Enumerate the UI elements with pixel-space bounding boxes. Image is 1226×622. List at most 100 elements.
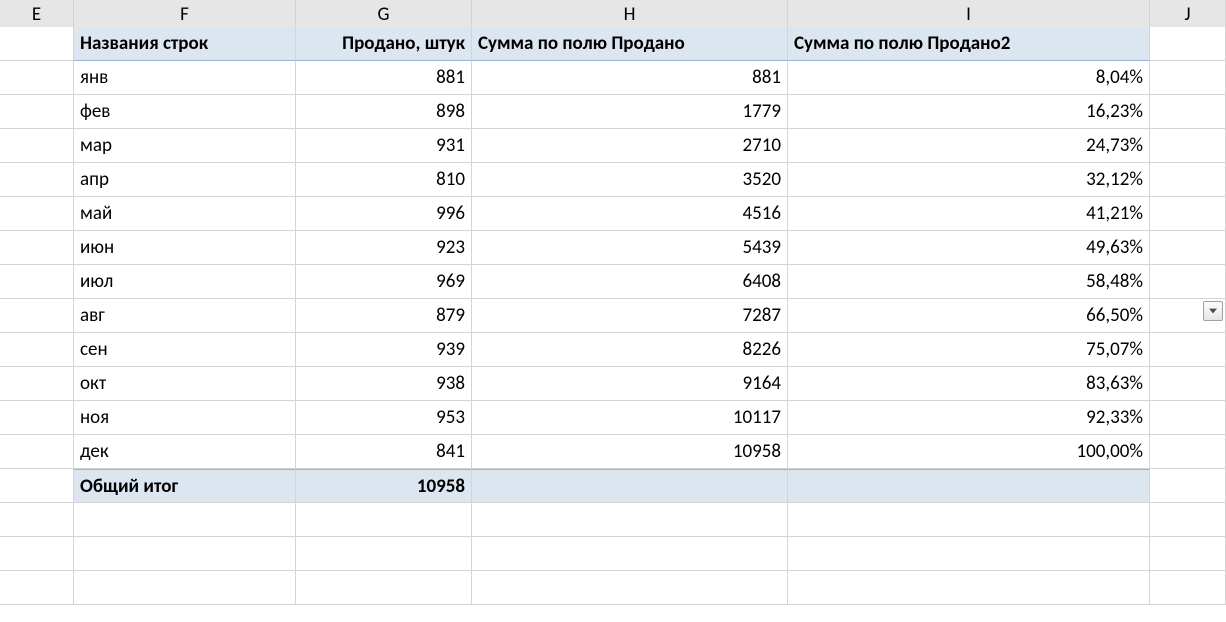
pivot-qty-cell[interactable]: 938 bbox=[296, 367, 472, 401]
pivot-col-header-pct[interactable]: Сумма по полю Продано2 bbox=[788, 27, 1150, 61]
cell-blank[interactable] bbox=[0, 129, 74, 163]
pivot-row-label[interactable]: апр bbox=[74, 163, 296, 197]
cell-blank[interactable] bbox=[296, 537, 472, 571]
pivot-qty-cell[interactable]: 969 bbox=[296, 265, 472, 299]
pivot-pct-cell[interactable]: 49,63% bbox=[788, 231, 1150, 265]
pivot-sum-cell[interactable]: 8226 bbox=[472, 333, 788, 367]
pivot-qty-cell[interactable]: 996 bbox=[296, 197, 472, 231]
cell-blank[interactable] bbox=[1150, 163, 1226, 197]
cell-blank[interactable] bbox=[0, 61, 74, 95]
pivot-row-label[interactable]: ноя bbox=[74, 401, 296, 435]
cell-blank[interactable] bbox=[1150, 129, 1226, 163]
cell-blank[interactable] bbox=[1150, 435, 1226, 469]
pivot-sum-cell[interactable]: 881 bbox=[472, 61, 788, 95]
pivot-pct-cell[interactable]: 24,73% bbox=[788, 129, 1150, 163]
pivot-qty-cell[interactable]: 810 bbox=[296, 163, 472, 197]
column-header-G[interactable]: G bbox=[296, 0, 472, 30]
pivot-qty-cell[interactable]: 881 bbox=[296, 61, 472, 95]
cell-blank[interactable] bbox=[0, 163, 74, 197]
cell-blank[interactable] bbox=[788, 537, 1150, 571]
pivot-row-label[interactable]: июн bbox=[74, 231, 296, 265]
cell-blank[interactable] bbox=[788, 571, 1150, 605]
cell-blank[interactable] bbox=[1150, 231, 1226, 265]
pivot-col-header-sum[interactable]: Сумма по полю Продано bbox=[472, 27, 788, 61]
cell-blank[interactable] bbox=[1150, 27, 1226, 61]
cell-blank[interactable] bbox=[0, 503, 74, 537]
pivot-sum-cell[interactable]: 7287 bbox=[472, 299, 788, 333]
pivot-sum-cell[interactable]: 1779 bbox=[472, 95, 788, 129]
pivot-row-label[interactable]: окт bbox=[74, 367, 296, 401]
pivot-sum-cell[interactable]: 9164 bbox=[472, 367, 788, 401]
cell-blank[interactable] bbox=[0, 435, 74, 469]
cell-blank[interactable] bbox=[1150, 61, 1226, 95]
pivot-sum-cell[interactable]: 6408 bbox=[472, 265, 788, 299]
cell-blank[interactable] bbox=[788, 503, 1150, 537]
cell-blank[interactable] bbox=[1150, 95, 1226, 129]
cell-blank[interactable] bbox=[0, 231, 74, 265]
column-header-J[interactable]: J bbox=[1150, 0, 1226, 30]
cell-blank[interactable] bbox=[0, 95, 74, 129]
pivot-grand-total-qty[interactable]: 10958 bbox=[296, 469, 472, 503]
column-header-H[interactable]: H bbox=[472, 0, 788, 30]
pivot-row-label[interactable]: мар bbox=[74, 129, 296, 163]
pivot-qty-cell[interactable]: 953 bbox=[296, 401, 472, 435]
cell-blank[interactable] bbox=[1150, 265, 1226, 299]
cell-blank[interactable] bbox=[0, 299, 74, 333]
pivot-grand-total-label[interactable]: Общий итог bbox=[74, 469, 296, 503]
pivot-sum-cell[interactable]: 3520 bbox=[472, 163, 788, 197]
pivot-sum-cell[interactable]: 2710 bbox=[472, 129, 788, 163]
cell-blank[interactable] bbox=[1150, 537, 1226, 571]
cell-blank[interactable] bbox=[1150, 367, 1226, 401]
cell-blank[interactable] bbox=[74, 537, 296, 571]
column-header-F[interactable]: F bbox=[74, 0, 296, 30]
pivot-pct-cell[interactable]: 92,33% bbox=[788, 401, 1150, 435]
cell-blank[interactable] bbox=[1150, 503, 1226, 537]
column-header-I[interactable]: I bbox=[788, 0, 1150, 30]
pivot-sum-cell[interactable]: 10958 bbox=[472, 435, 788, 469]
pivot-pct-cell[interactable]: 83,63% bbox=[788, 367, 1150, 401]
pivot-pct-cell[interactable]: 66,50% bbox=[788, 299, 1150, 333]
pivot-grand-total-sum[interactable] bbox=[472, 469, 788, 503]
pivot-pct-cell[interactable]: 75,07% bbox=[788, 333, 1150, 367]
column-header-E[interactable]: E bbox=[0, 0, 74, 30]
cell-blank[interactable] bbox=[472, 503, 788, 537]
cell-blank[interactable] bbox=[1150, 333, 1226, 367]
pivot-sum-cell[interactable]: 5439 bbox=[472, 231, 788, 265]
pivot-row-label[interactable]: сен bbox=[74, 333, 296, 367]
pivot-pct-cell[interactable]: 58,48% bbox=[788, 265, 1150, 299]
pivot-qty-cell[interactable]: 879 bbox=[296, 299, 472, 333]
spreadsheet-grid[interactable]: E F G H I J Названия строк Продано, штук… bbox=[0, 0, 1226, 605]
cell-blank[interactable] bbox=[1150, 571, 1226, 605]
pivot-row-label[interactable]: июл bbox=[74, 265, 296, 299]
cell-blank[interactable] bbox=[0, 27, 74, 61]
pivot-row-label[interactable]: май bbox=[74, 197, 296, 231]
cell-blank[interactable] bbox=[0, 401, 74, 435]
pivot-sum-cell[interactable]: 10117 bbox=[472, 401, 788, 435]
pivot-row-labels-header[interactable]: Названия строк bbox=[74, 27, 296, 61]
cell-blank[interactable] bbox=[74, 571, 296, 605]
pivot-pct-cell[interactable]: 41,21% bbox=[788, 197, 1150, 231]
cell-blank[interactable] bbox=[296, 571, 472, 605]
pivot-row-label[interactable]: фев bbox=[74, 95, 296, 129]
pivot-row-label[interactable]: дек bbox=[74, 435, 296, 469]
pivot-sum-cell[interactable]: 4516 bbox=[472, 197, 788, 231]
pivot-qty-cell[interactable]: 931 bbox=[296, 129, 472, 163]
cell-blank[interactable] bbox=[0, 537, 74, 571]
cell-blank[interactable] bbox=[0, 367, 74, 401]
cell-blank[interactable] bbox=[472, 571, 788, 605]
pivot-qty-cell[interactable]: 939 bbox=[296, 333, 472, 367]
pivot-pct-cell[interactable]: 100,00% bbox=[788, 435, 1150, 469]
cell-blank[interactable] bbox=[0, 571, 74, 605]
cell-blank[interactable] bbox=[1150, 469, 1226, 503]
cell-blank[interactable] bbox=[0, 333, 74, 367]
pivot-pct-cell[interactable]: 8,04% bbox=[788, 61, 1150, 95]
pivot-row-label[interactable]: авг bbox=[74, 299, 296, 333]
cell-blank[interactable] bbox=[296, 503, 472, 537]
pivot-col-header-qty[interactable]: Продано, штук bbox=[296, 27, 472, 61]
pivot-qty-cell[interactable]: 923 bbox=[296, 231, 472, 265]
pivot-row-label[interactable]: янв bbox=[74, 61, 296, 95]
cell-blank[interactable] bbox=[0, 469, 74, 503]
pivot-grand-total-pct[interactable] bbox=[788, 469, 1150, 503]
cell-blank[interactable] bbox=[1150, 401, 1226, 435]
pivot-pct-cell[interactable]: 16,23% bbox=[788, 95, 1150, 129]
